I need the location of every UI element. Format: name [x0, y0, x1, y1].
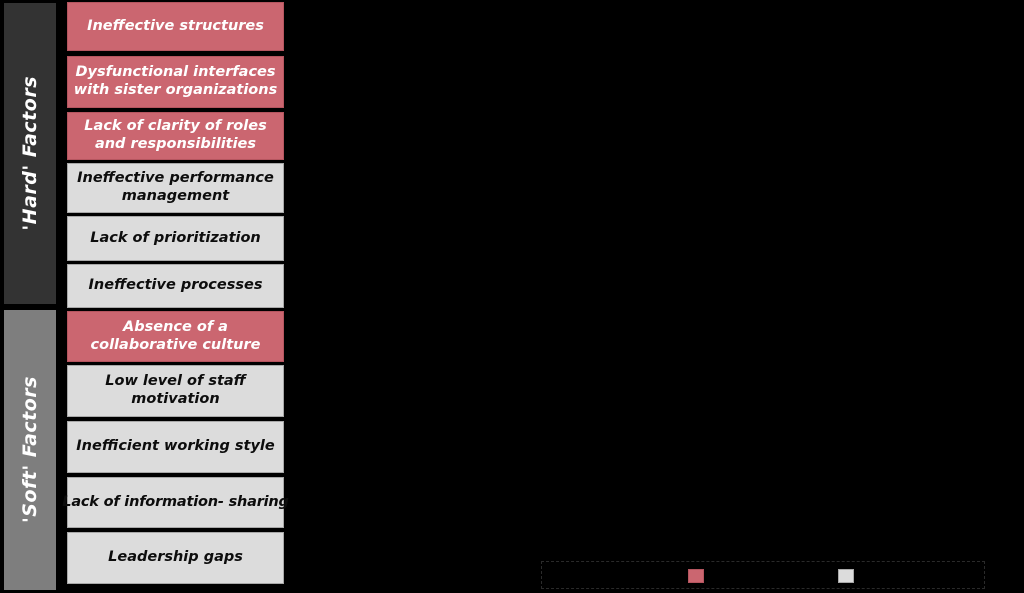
- factor-box-leadership-gaps[interactable]: Leadership gaps: [67, 532, 284, 584]
- factor-label: Low level of staff motivation: [105, 373, 246, 407]
- factor-label: Absence of a collaborative culture: [90, 318, 261, 353]
- factor-label: Lack of clarity of roles and responsibil…: [84, 118, 267, 152]
- category-label-hard-factors: 'Hard' Factors: [19, 76, 41, 231]
- legend-swatch-normal-icon: [838, 569, 854, 583]
- factor-label: Lack of prioritization: [90, 229, 261, 246]
- factor-label: Ineffective processes: [88, 277, 263, 294]
- legend-swatch-highlight-icon: [688, 569, 704, 583]
- factor-label: Lack of information- sharing: [62, 493, 289, 510]
- factor-box-lack-of-prioritization[interactable]: Lack of prioritization: [67, 216, 284, 261]
- factor-box-inefficient-working-style[interactable]: Inefficient working style: [67, 421, 284, 473]
- factor-label: Leadership gaps: [108, 549, 243, 566]
- chart-canvas: 'Hard' Factors 'Soft' Factors Ineffectiv…: [0, 0, 1024, 593]
- factor-box-ineffective-processes[interactable]: Ineffective processes: [67, 264, 284, 308]
- factor-box-ineffective-performance-management[interactable]: Ineffective performance management: [67, 163, 284, 213]
- factor-label: Ineffective performance management: [77, 170, 274, 204]
- factor-box-ineffective-structures[interactable]: Ineffective structures: [67, 2, 284, 51]
- legend-item-highlight[interactable]: [688, 562, 710, 590]
- category-band-hard-factors: 'Hard' Factors: [3, 2, 57, 305]
- factor-box-low-staff-motivation[interactable]: Low level of staff motivation: [67, 365, 284, 417]
- factor-label: Dysfunctional interfaces with sister org…: [73, 64, 278, 98]
- factor-box-lack-of-information-sharing[interactable]: Lack of information- sharing: [62, 477, 289, 528]
- factor-box-lack-of-clarity-roles[interactable]: Lack of clarity of roles and responsibil…: [67, 112, 284, 160]
- factor-label: Ineffective structures: [87, 17, 264, 34]
- legend: [541, 561, 985, 589]
- factor-box-absence-collaborative-culture[interactable]: Absence of a collaborative culture: [67, 311, 284, 362]
- legend-item-normal[interactable]: [838, 562, 860, 590]
- factor-label: Inefficient working style: [76, 438, 275, 455]
- factor-box-dysfunctional-interfaces[interactable]: Dysfunctional interfaces with sister org…: [67, 56, 284, 108]
- category-band-soft-factors: 'Soft' Factors: [3, 309, 57, 591]
- category-label-soft-factors: 'Soft' Factors: [19, 376, 41, 524]
